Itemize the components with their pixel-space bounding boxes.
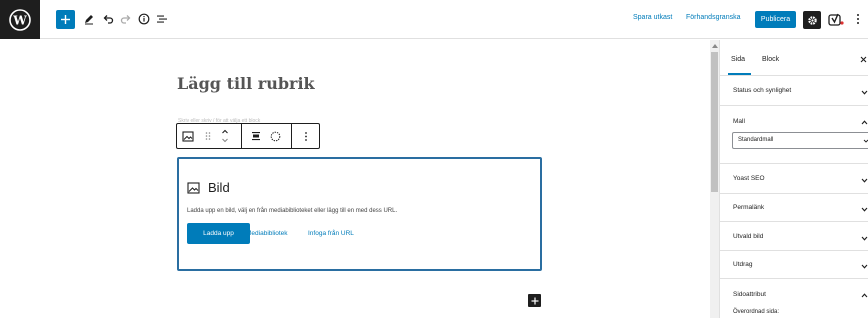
tools-button[interactable] bbox=[82, 10, 96, 28]
panel-title: Utdrag bbox=[733, 261, 753, 268]
block-toolbar bbox=[176, 123, 320, 149]
chevron-up-down-icon bbox=[222, 129, 228, 143]
yoast-icon bbox=[828, 13, 844, 26]
wordpress-logo[interactable]: W bbox=[0, 0, 40, 39]
panel-title: Status och synlighet bbox=[733, 87, 792, 94]
more-vertical-icon bbox=[857, 14, 859, 24]
editor-scrollbar-thumb[interactable] bbox=[711, 52, 718, 192]
image-icon bbox=[182, 130, 194, 142]
wordpress-logo-icon: W bbox=[9, 8, 31, 31]
align-center-icon bbox=[252, 132, 260, 141]
duotone-icon bbox=[270, 131, 280, 141]
close-sidebar-button[interactable] bbox=[860, 55, 867, 65]
insert-from-url-button[interactable]: Infoga från URL bbox=[308, 230, 354, 237]
undo-button[interactable] bbox=[101, 10, 115, 28]
block-type-button[interactable] bbox=[181, 129, 195, 143]
undo-icon bbox=[103, 15, 114, 24]
gear-icon bbox=[807, 15, 817, 25]
panel-status-visibility[interactable]: Status och synlighet bbox=[720, 76, 868, 106]
image-block-placeholder[interactable]: Bild Ladda upp en bild, välj en från med… bbox=[177, 157, 542, 271]
redo-icon bbox=[120, 15, 131, 24]
panel-title: Utvald bild bbox=[733, 233, 764, 240]
plus-icon bbox=[531, 297, 538, 304]
block-options-button[interactable] bbox=[301, 129, 311, 143]
panel-permalink[interactable]: Permalänk bbox=[720, 194, 868, 222]
drag-handle-icon bbox=[205, 132, 211, 140]
editor-header: W Spara utkast Förhandsgranska Publicera bbox=[0, 0, 868, 39]
list-view-icon bbox=[157, 15, 167, 23]
image-block-instructions: Ladda upp en bild, välj en från mediabib… bbox=[187, 208, 398, 214]
info-icon bbox=[138, 13, 150, 25]
image-block-header: Bild bbox=[187, 180, 230, 195]
more-vertical-icon bbox=[305, 131, 307, 141]
yoast-button[interactable] bbox=[827, 10, 845, 28]
chevron-down-icon bbox=[860, 262, 868, 270]
panel-featured-image[interactable]: Utvald bild bbox=[720, 222, 868, 251]
redo-button[interactable] bbox=[119, 10, 133, 28]
block-inserter-button[interactable] bbox=[528, 294, 541, 307]
settings-sidebar: Sida Block Status och synlighet Mall Sta… bbox=[719, 40, 868, 318]
chevron-down-icon bbox=[860, 176, 868, 184]
move-block-buttons[interactable] bbox=[220, 126, 230, 146]
align-button[interactable] bbox=[250, 129, 262, 143]
tab-page[interactable]: Sida bbox=[731, 56, 745, 63]
preview-button[interactable]: Förhandsgranska bbox=[686, 14, 740, 21]
caret-up-icon bbox=[711, 43, 718, 48]
plus-icon bbox=[61, 15, 70, 24]
scroll-up-arrow[interactable] bbox=[711, 43, 718, 48]
template-select-value: Standardmall bbox=[738, 137, 774, 143]
drag-handle[interactable] bbox=[203, 129, 213, 143]
panel-yoast-seo[interactable]: Yoast SEO bbox=[720, 164, 868, 194]
post-title-input[interactable]: Lägg till rubrik bbox=[177, 74, 315, 93]
toolbar-separator bbox=[291, 124, 292, 148]
list-view-button[interactable] bbox=[155, 10, 169, 28]
media-library-button[interactable]: Mediabibliotek bbox=[246, 230, 288, 237]
publish-button[interactable]: Publicera bbox=[755, 11, 796, 28]
image-block-title: Bild bbox=[208, 180, 230, 195]
duotone-button[interactable] bbox=[269, 129, 281, 143]
chevron-down-icon bbox=[860, 88, 868, 96]
panel-title[interactable]: Mall bbox=[733, 118, 745, 125]
panel-page-attributes: Sidoattribut Överordnad sida: bbox=[720, 279, 868, 318]
add-block-button[interactable] bbox=[56, 10, 75, 29]
chevron-up-icon[interactable] bbox=[860, 118, 868, 126]
panel-title[interactable]: Sidoattribut bbox=[733, 291, 766, 298]
pencil-icon bbox=[85, 15, 93, 25]
upload-button[interactable]: Ladda upp bbox=[187, 223, 250, 244]
save-draft-button[interactable]: Spara utkast bbox=[633, 14, 672, 21]
svg-text:W: W bbox=[12, 13, 27, 27]
settings-button[interactable] bbox=[803, 11, 821, 29]
chevron-up-icon[interactable] bbox=[860, 291, 868, 299]
template-select[interactable]: Standardmall bbox=[732, 132, 868, 149]
chevron-down-icon bbox=[860, 234, 868, 242]
panel-title: Permalänk bbox=[733, 204, 765, 211]
panel-title: Yoast SEO bbox=[733, 175, 765, 182]
details-button[interactable] bbox=[137, 10, 151, 28]
sidebar-tabs: Sida Block bbox=[720, 40, 868, 76]
parent-page-label: Överordnad sida: bbox=[733, 309, 780, 315]
chevron-down-icon bbox=[860, 205, 868, 213]
chevron-down-icon bbox=[863, 139, 868, 143]
more-options-button[interactable] bbox=[853, 10, 863, 28]
close-icon bbox=[860, 56, 867, 63]
active-tab-indicator bbox=[728, 73, 751, 75]
tab-block[interactable]: Block bbox=[762, 56, 779, 63]
image-icon bbox=[187, 181, 200, 194]
panel-excerpt[interactable]: Utdrag bbox=[720, 251, 868, 279]
toolbar-separator bbox=[241, 124, 242, 148]
